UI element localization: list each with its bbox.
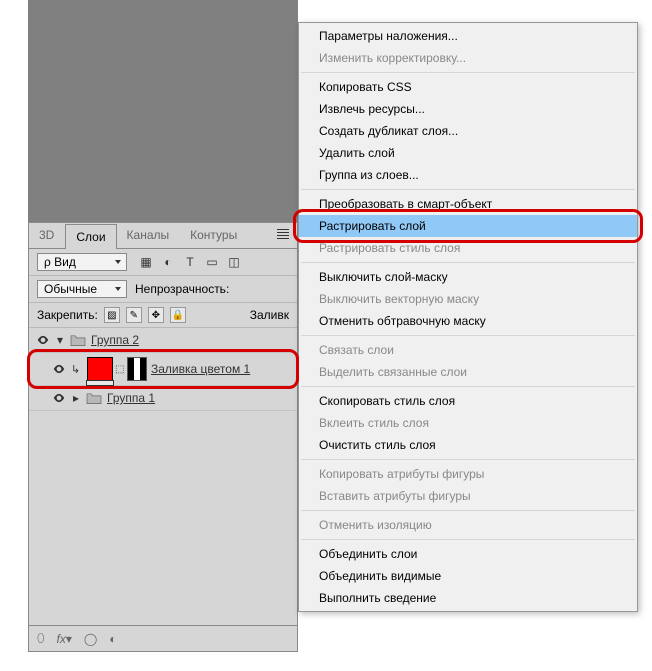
menu-icon bbox=[277, 227, 289, 241]
menu-item[interactable]: Объединить видимые bbox=[299, 565, 637, 587]
blend-row: Обычные Непрозрачность: bbox=[29, 276, 297, 303]
fill-thumbnail[interactable] bbox=[87, 357, 113, 381]
layer-fill-color-1[interactable]: ↳ ⬚ Заливка цветом 1 bbox=[29, 353, 297, 386]
expand-arrow-icon[interactable]: ▸ bbox=[71, 391, 81, 405]
menu-item[interactable]: Извлечь ресурсы... bbox=[299, 98, 637, 120]
layer-group-2[interactable]: ▾ Группа 2 bbox=[29, 328, 297, 353]
mask-icon[interactable]: ◯ bbox=[84, 632, 97, 646]
clip-arrow-icon: ↳ bbox=[71, 363, 83, 376]
menu-separator bbox=[301, 189, 635, 190]
mask-link-icon[interactable]: ⬚ bbox=[115, 364, 125, 375]
menu-separator bbox=[301, 459, 635, 460]
menu-item: Связать слои bbox=[299, 339, 637, 361]
menu-item: Копировать атрибуты фигуры bbox=[299, 463, 637, 485]
folder-icon bbox=[85, 391, 103, 405]
menu-separator bbox=[301, 510, 635, 511]
tab-layers[interactable]: Слои bbox=[65, 224, 116, 249]
tab-channels[interactable]: Каналы bbox=[117, 223, 181, 248]
layer-context-menu: Параметры наложения...Изменить корректир… bbox=[298, 22, 638, 612]
menu-item: Изменить корректировку... bbox=[299, 47, 637, 69]
panel-tabs: 3D Слои Каналы Контуры bbox=[29, 223, 297, 249]
lock-transparent-icon[interactable]: ▨ bbox=[104, 307, 120, 323]
filter-image-icon[interactable]: ▦ bbox=[139, 255, 153, 269]
filter-shape-icon[interactable]: ▭ bbox=[205, 255, 219, 269]
menu-separator bbox=[301, 72, 635, 73]
filter-text-icon[interactable]: T bbox=[183, 255, 197, 269]
layer-name[interactable]: Заливка цветом 1 bbox=[151, 362, 250, 376]
menu-item[interactable]: Создать дубликат слоя... bbox=[299, 120, 637, 142]
menu-item[interactable]: Растрировать слой bbox=[299, 215, 637, 237]
expand-arrow-icon[interactable]: ▾ bbox=[55, 333, 65, 347]
lock-row: Закрепить: ▨ ✎ ✥ 🔒 Заливк bbox=[29, 303, 297, 328]
menu-item[interactable]: Копировать CSS bbox=[299, 76, 637, 98]
menu-item[interactable]: Выключить слой-маску bbox=[299, 266, 637, 288]
layers-list: ▾ Группа 2 ↳ ⬚ Заливка цветом 1 ▸ bbox=[29, 328, 297, 411]
adjustment-icon[interactable]: ◐ bbox=[109, 632, 116, 646]
layer-name[interactable]: Группа 2 bbox=[91, 333, 139, 347]
menu-item[interactable]: Очистить стиль слоя bbox=[299, 434, 637, 456]
menu-separator bbox=[301, 262, 635, 263]
panel-menu-button[interactable] bbox=[269, 223, 297, 248]
menu-item: Выключить векторную маску bbox=[299, 288, 637, 310]
visibility-icon[interactable] bbox=[51, 361, 67, 377]
link-layers-icon[interactable]: ⬯ bbox=[37, 631, 45, 646]
menu-item[interactable]: Параметры наложения... bbox=[299, 25, 637, 47]
menu-separator bbox=[301, 539, 635, 540]
menu-item: Выделить связанные слои bbox=[299, 361, 637, 383]
blend-mode-select[interactable]: Обычные bbox=[37, 280, 127, 298]
fx-icon[interactable]: fx▾ bbox=[57, 632, 72, 646]
menu-item: Растрировать стиль слоя bbox=[299, 237, 637, 259]
menu-item: Вклеить стиль слоя bbox=[299, 412, 637, 434]
mask-thumbnail[interactable] bbox=[127, 357, 147, 381]
menu-item[interactable]: Объединить слои bbox=[299, 543, 637, 565]
layers-panel: 3D Слои Каналы Контуры ρ Вид ▦ ◐ T ▭ ◫ О… bbox=[28, 222, 298, 652]
layer-group-1[interactable]: ▸ Группа 1 bbox=[29, 386, 297, 411]
lock-position-icon[interactable]: ✥ bbox=[148, 307, 164, 323]
menu-item[interactable]: Скопировать стиль слоя bbox=[299, 390, 637, 412]
menu-item[interactable]: Выполнить сведение bbox=[299, 587, 637, 609]
lock-all-icon[interactable]: 🔒 bbox=[170, 307, 186, 323]
lock-pixels-icon[interactable]: ✎ bbox=[126, 307, 142, 323]
filter-adjust-icon[interactable]: ◐ bbox=[161, 255, 175, 269]
fill-label: Заливк bbox=[250, 308, 289, 322]
visibility-icon[interactable] bbox=[35, 332, 51, 348]
layer-name[interactable]: Группа 1 bbox=[107, 391, 155, 405]
folder-icon bbox=[69, 333, 87, 347]
filter-type-select[interactable]: ρ Вид bbox=[37, 253, 127, 271]
lock-label: Закрепить: bbox=[37, 308, 98, 322]
menu-item[interactable]: Группа из слоев... bbox=[299, 164, 637, 186]
tab-paths[interactable]: Контуры bbox=[180, 223, 248, 248]
menu-separator bbox=[301, 386, 635, 387]
opacity-label: Непрозрачность: bbox=[135, 282, 229, 296]
filter-smart-icon[interactable]: ◫ bbox=[227, 255, 241, 269]
filter-row: ρ Вид ▦ ◐ T ▭ ◫ bbox=[29, 249, 297, 276]
panel-bottom-bar: ⬯ fx▾ ◯ ◐ bbox=[29, 625, 297, 651]
menu-item[interactable]: Преобразовать в смарт-объект bbox=[299, 193, 637, 215]
menu-item[interactable]: Удалить слой bbox=[299, 142, 637, 164]
menu-separator bbox=[301, 335, 635, 336]
canvas-area bbox=[28, 0, 298, 222]
tab-3d[interactable]: 3D bbox=[29, 223, 65, 248]
visibility-icon[interactable] bbox=[51, 390, 67, 406]
menu-item[interactable]: Отменить обтравочную маску bbox=[299, 310, 637, 332]
menu-item: Отменить изоляцию bbox=[299, 514, 637, 536]
menu-item: Вставить атрибуты фигуры bbox=[299, 485, 637, 507]
